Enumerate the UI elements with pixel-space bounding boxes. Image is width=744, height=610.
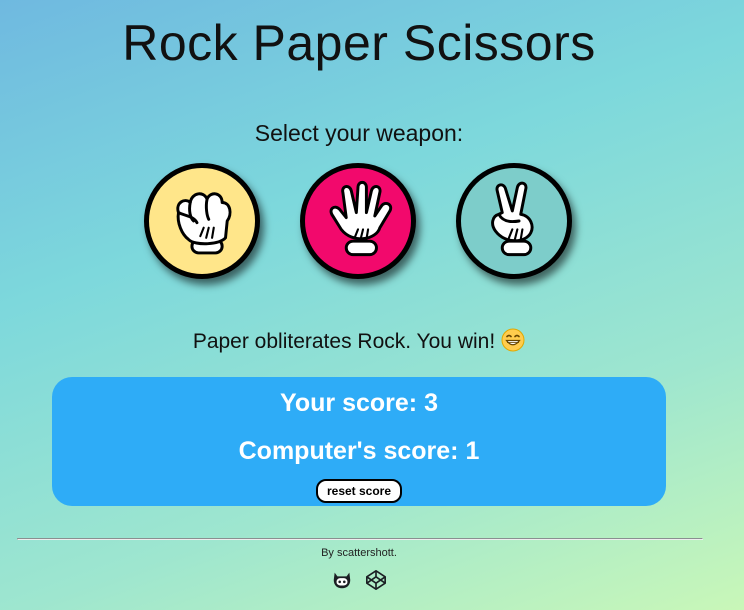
paper-button[interactable] bbox=[300, 163, 416, 279]
rock-button[interactable] bbox=[144, 163, 260, 279]
codepen-link[interactable] bbox=[365, 569, 387, 591]
result-message: Paper obliterates Rock. You win! bbox=[0, 328, 718, 354]
codepen-icon bbox=[366, 570, 386, 590]
computer-score: Computer's score: 1 bbox=[52, 437, 666, 466]
rock-hand-icon bbox=[176, 192, 232, 255]
scoreboard: Your score: 3 Computer's score: 1 reset … bbox=[52, 377, 666, 506]
reset-score-button[interactable]: reset score bbox=[316, 479, 402, 503]
player-score: Your score: 3 bbox=[52, 389, 666, 418]
result-text: Paper obliterates Rock. You win! bbox=[192, 330, 496, 353]
grinning-face-icon bbox=[501, 328, 525, 352]
paper-hand-icon bbox=[329, 180, 393, 257]
player-score-label: Your score: bbox=[280, 389, 418, 417]
scissors-button[interactable] bbox=[456, 163, 572, 279]
footer-divider bbox=[17, 538, 703, 540]
computer-score-value: 1 bbox=[465, 437, 480, 465]
page-title: Rock Paper Scissors bbox=[122, 15, 596, 71]
author-credit: By scattershott. bbox=[321, 547, 397, 559]
github-link[interactable] bbox=[331, 569, 353, 591]
github-icon bbox=[333, 572, 351, 589]
player-score-value: 3 bbox=[424, 389, 438, 417]
scissors-hand-icon bbox=[491, 181, 534, 257]
computer-score-label: Computer's score: bbox=[238, 437, 459, 465]
weapon-prompt: Select your weapon: bbox=[254, 120, 464, 146]
